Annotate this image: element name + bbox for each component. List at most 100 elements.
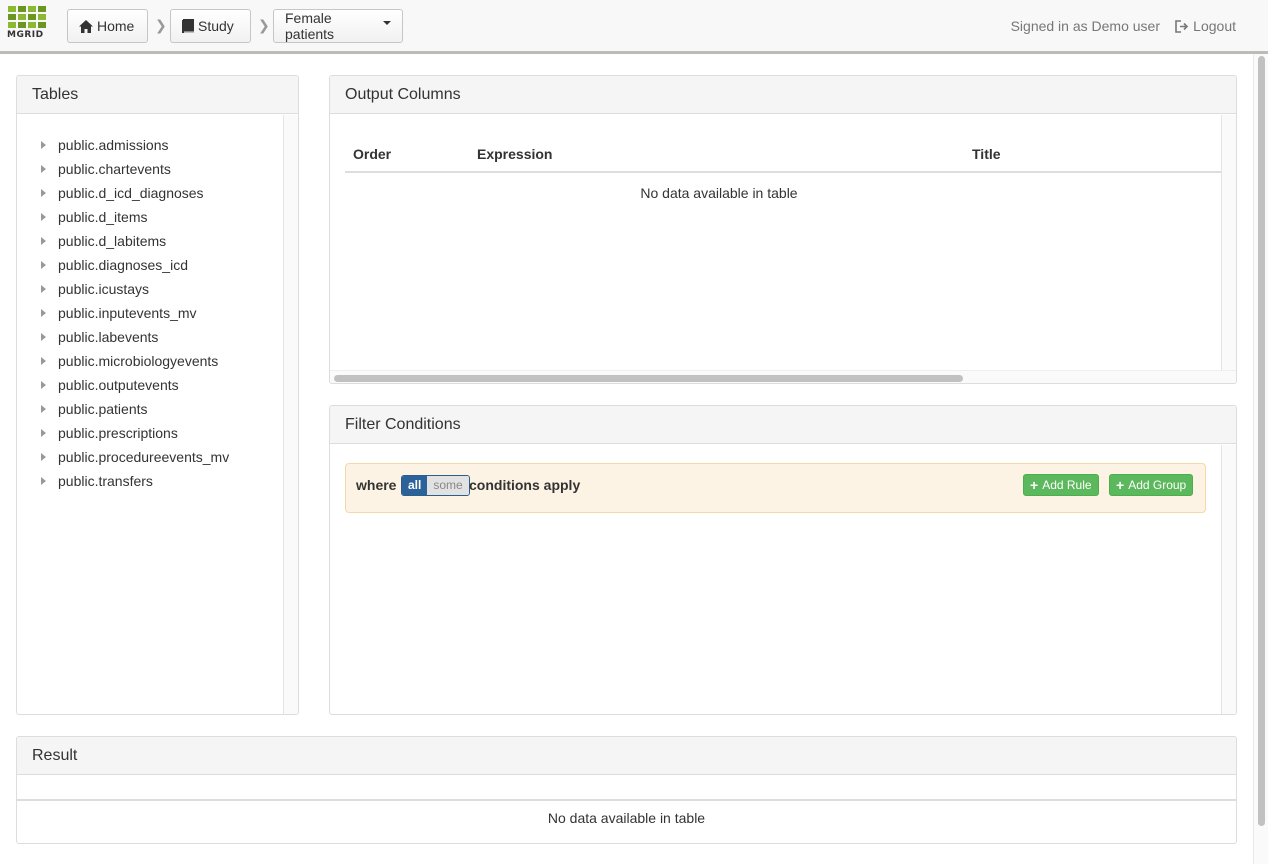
logo-text: MGRID — [7, 30, 44, 40]
tree-item-label: public.prescriptions — [58, 425, 178, 441]
tree-item-label: public.labevents — [58, 329, 159, 345]
tree-item-d-labitems[interactable]: public.d_labitems — [17, 229, 283, 253]
breadcrumb-study[interactable]: Study — [170, 9, 251, 43]
expand-triangle-icon[interactable] — [41, 429, 46, 437]
add-group-label: Add Group — [1128, 478, 1187, 492]
tree-item-label: public.microbiologyevents — [58, 353, 219, 369]
tree-item-label: public.chartevents — [58, 161, 171, 177]
result-empty-text: No data available in table — [547, 810, 706, 826]
toggle-some-option[interactable]: some — [427, 476, 469, 495]
breadcrumb-home[interactable]: Home — [67, 9, 148, 43]
tree-item-label: public.d_items — [58, 209, 148, 225]
add-rule-label: Add Rule — [1042, 478, 1092, 492]
output-columns-table: Order Expression Title No data available… — [345, 115, 1222, 370]
tables-panel: Tables public.admissions public.charteve… — [16, 75, 299, 715]
tree-item-label: public.d_labitems — [58, 233, 167, 249]
navbar: MGRID Home ❯ Study ❯ Female patients Sig… — [0, 0, 1268, 54]
expand-triangle-icon[interactable] — [41, 453, 46, 461]
filter-conditions-title: Filter Conditions — [330, 406, 1236, 444]
column-header-order[interactable]: Order — [353, 146, 391, 162]
toggle-all-option[interactable]: all — [402, 476, 428, 495]
tables-panel-title: Tables — [17, 76, 298, 114]
result-title: Result — [17, 737, 1236, 775]
expand-triangle-icon[interactable] — [41, 381, 46, 389]
conditions-apply-label: conditions apply — [469, 477, 581, 493]
add-rule-button[interactable]: + Add Rule — [1023, 474, 1099, 496]
expand-triangle-icon[interactable] — [41, 261, 46, 269]
breadcrumb-home-label: Home — [97, 18, 135, 34]
book-icon — [182, 19, 194, 33]
tree-item-label: public.d_icd_diagnoses — [58, 185, 204, 201]
breadcrumb-separator-icon: ❯ — [155, 17, 167, 33]
tree-item-label: public.procedureevents_mv — [58, 449, 230, 465]
tree-item-inputevents-mv[interactable]: public.inputevents_mv — [17, 301, 283, 325]
output-columns-panel: Output Columns Order Expression Title No… — [329, 75, 1237, 384]
tree-item-label: public.patients — [58, 401, 148, 417]
result-header-row — [17, 776, 1236, 801]
tree-item-diagnoses-icd[interactable]: public.diagnoses_icd — [17, 253, 283, 277]
tables-tree: public.admissions public.chartevents pub… — [17, 115, 283, 714]
expand-triangle-icon[interactable] — [41, 237, 46, 245]
logo-grid-icon — [8, 6, 47, 28]
tree-item-label: public.transfers — [58, 473, 153, 489]
result-panel: Result No data available in table — [16, 736, 1237, 844]
tree-item-d-items[interactable]: public.d_items — [17, 205, 283, 229]
tree-item-procedureevents-mv[interactable]: public.procedureevents_mv — [17, 445, 283, 469]
tree-item-icustays[interactable]: public.icustays — [17, 277, 283, 301]
expand-triangle-icon[interactable] — [41, 165, 46, 173]
tree-item-label: public.diagnoses_icd — [58, 257, 188, 273]
all-some-toggle[interactable]: all some — [401, 475, 470, 496]
add-group-button[interactable]: + Add Group — [1109, 474, 1194, 496]
logout-label: Logout — [1193, 18, 1236, 34]
scrollbar-thumb[interactable] — [334, 375, 963, 382]
logout-link[interactable]: Logout — [1175, 18, 1236, 34]
column-header-expression[interactable]: Expression — [477, 146, 552, 162]
rule-group: where all some conditions apply + Add Ru… — [345, 463, 1206, 513]
output-columns-vertical-scrollbar[interactable] — [1221, 115, 1236, 370]
caret-down-icon — [383, 21, 391, 25]
tree-item-chartevents[interactable]: public.chartevents — [17, 157, 283, 181]
output-columns-horizontal-scrollbar[interactable] — [330, 370, 1236, 383]
logout-icon — [1175, 19, 1189, 33]
tree-item-prescriptions[interactable]: public.prescriptions — [17, 421, 283, 445]
filter-conditions-scrollbar[interactable] — [1221, 445, 1236, 714]
column-header-title[interactable]: Title — [972, 146, 1001, 162]
tree-item-patients[interactable]: public.patients — [17, 397, 283, 421]
where-label: where — [356, 477, 397, 493]
expand-triangle-icon[interactable] — [41, 333, 46, 341]
mgrid-logo[interactable]: MGRID — [7, 6, 47, 46]
expand-triangle-icon[interactable] — [41, 477, 46, 485]
tree-item-label: public.outputevents — [58, 377, 179, 393]
breadcrumb-dropdown-label: Female patients — [285, 10, 335, 42]
expand-triangle-icon[interactable] — [41, 189, 46, 197]
tree-item-label: public.inputevents_mv — [58, 305, 197, 321]
filter-conditions-panel: Filter Conditions where all some conditi… — [329, 405, 1237, 715]
signed-in-text: Signed in as Demo user — [1010, 18, 1160, 34]
expand-triangle-icon[interactable] — [41, 357, 46, 365]
output-columns-header-row: Order Expression Title — [345, 143, 1222, 173]
output-columns-empty-text: No data available in table — [640, 185, 798, 201]
expand-triangle-icon[interactable] — [41, 213, 46, 221]
page-scrollbar[interactable] — [1253, 54, 1268, 864]
tree-item-microbiologyevents[interactable]: public.microbiologyevents — [17, 349, 283, 373]
breadcrumb-study-dropdown[interactable]: Female patients — [273, 9, 403, 43]
tables-scrollbar[interactable] — [283, 115, 298, 714]
tree-item-label: public.admissions — [58, 137, 169, 153]
plus-icon: + — [1116, 477, 1125, 493]
tree-item-label: public.icustays — [58, 281, 150, 297]
plus-icon: + — [1030, 477, 1039, 493]
expand-triangle-icon[interactable] — [41, 309, 46, 317]
expand-triangle-icon[interactable] — [41, 141, 46, 149]
expand-triangle-icon[interactable] — [41, 405, 46, 413]
tree-item-d-icd-diagnoses[interactable]: public.d_icd_diagnoses — [17, 181, 283, 205]
page-scrollbar-thumb[interactable] — [1258, 56, 1265, 826]
breadcrumb-study-label: Study — [198, 18, 234, 34]
tree-item-transfers[interactable]: public.transfers — [17, 469, 283, 493]
tree-item-admissions[interactable]: public.admissions — [17, 133, 283, 157]
breadcrumb-separator-icon: ❯ — [258, 17, 270, 33]
output-columns-title: Output Columns — [330, 76, 1236, 114]
home-icon — [79, 19, 93, 33]
tree-item-labevents[interactable]: public.labevents — [17, 325, 283, 349]
tree-item-outputevents[interactable]: public.outputevents — [17, 373, 283, 397]
expand-triangle-icon[interactable] — [41, 285, 46, 293]
